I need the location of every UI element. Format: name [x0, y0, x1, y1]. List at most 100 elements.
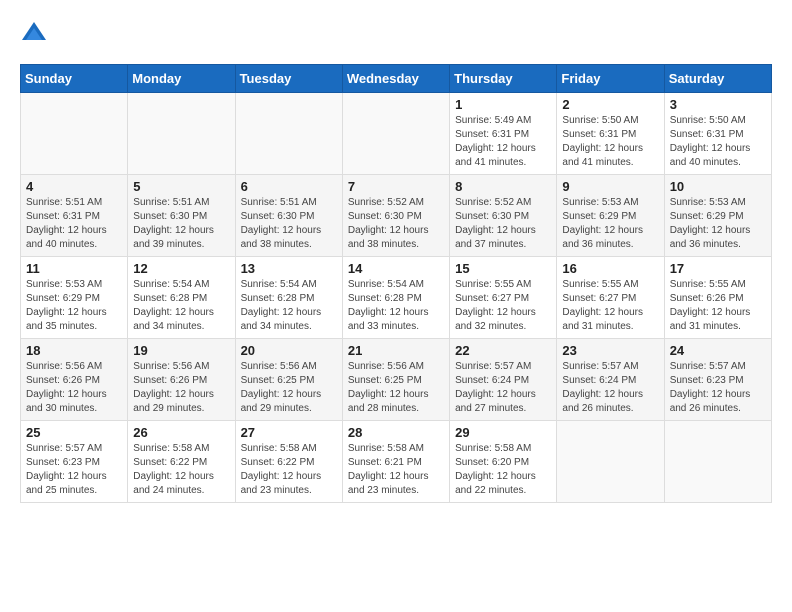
day-header-thursday: Thursday: [450, 65, 557, 93]
day-info: Sunrise: 5:51 AM Sunset: 6:31 PM Dayligh…: [26, 196, 122, 252]
day-info: Sunrise: 5:57 AM Sunset: 6:24 PM Dayligh…: [562, 360, 658, 416]
day-info: Sunrise: 5:52 AM Sunset: 6:30 PM Dayligh…: [348, 196, 444, 252]
calendar-cell: 28 Sunrise: 5:58 AM Sunset: 6:21 PM Dayli…: [342, 421, 449, 503]
day-number: 28: [348, 425, 444, 440]
calendar-table: SundayMondayTuesdayWednesdayThursdayFrid…: [20, 64, 772, 503]
day-number: 24: [670, 343, 766, 358]
day-header-tuesday: Tuesday: [235, 65, 342, 93]
day-header-friday: Friday: [557, 65, 664, 93]
calendar-cell: 6 Sunrise: 5:51 AM Sunset: 6:30 PM Daylig…: [235, 175, 342, 257]
day-info: Sunrise: 5:56 AM Sunset: 6:25 PM Dayligh…: [241, 360, 337, 416]
day-header-monday: Monday: [128, 65, 235, 93]
calendar-cell: 23 Sunrise: 5:57 AM Sunset: 6:24 PM Dayli…: [557, 339, 664, 421]
calendar-cell: 13 Sunrise: 5:54 AM Sunset: 6:28 PM Dayli…: [235, 257, 342, 339]
day-info: Sunrise: 5:58 AM Sunset: 6:22 PM Dayligh…: [133, 442, 229, 498]
day-info: Sunrise: 5:54 AM Sunset: 6:28 PM Dayligh…: [241, 278, 337, 334]
day-info: Sunrise: 5:58 AM Sunset: 6:22 PM Dayligh…: [241, 442, 337, 498]
day-number: 11: [26, 261, 122, 276]
calendar-cell: [235, 93, 342, 175]
day-number: 15: [455, 261, 551, 276]
calendar-week-row: 11 Sunrise: 5:53 AM Sunset: 6:29 PM Dayli…: [21, 257, 772, 339]
day-info: Sunrise: 5:53 AM Sunset: 6:29 PM Dayligh…: [562, 196, 658, 252]
day-number: 17: [670, 261, 766, 276]
day-info: Sunrise: 5:56 AM Sunset: 6:26 PM Dayligh…: [133, 360, 229, 416]
calendar-cell: 19 Sunrise: 5:56 AM Sunset: 6:26 PM Dayli…: [128, 339, 235, 421]
day-info: Sunrise: 5:53 AM Sunset: 6:29 PM Dayligh…: [670, 196, 766, 252]
day-info: Sunrise: 5:55 AM Sunset: 6:27 PM Dayligh…: [562, 278, 658, 334]
day-info: Sunrise: 5:53 AM Sunset: 6:29 PM Dayligh…: [26, 278, 122, 334]
day-number: 8: [455, 179, 551, 194]
calendar-cell: 29 Sunrise: 5:58 AM Sunset: 6:20 PM Dayli…: [450, 421, 557, 503]
day-number: 22: [455, 343, 551, 358]
calendar-week-row: 25Sunrise: 5:57 AM Sunset: 6:23 PM Dayli…: [21, 421, 772, 503]
calendar-cell: 27 Sunrise: 5:58 AM Sunset: 6:22 PM Dayli…: [235, 421, 342, 503]
day-number: 10: [670, 179, 766, 194]
day-info: Sunrise: 5:50 AM Sunset: 6:31 PM Dayligh…: [562, 114, 658, 170]
calendar-cell: 25Sunrise: 5:57 AM Sunset: 6:23 PM Dayli…: [21, 421, 128, 503]
day-number: 25: [26, 425, 122, 440]
day-number: 27: [241, 425, 337, 440]
logo-icon: [20, 20, 48, 48]
calendar-cell: 2 Sunrise: 5:50 AM Sunset: 6:31 PM Daylig…: [557, 93, 664, 175]
calendar-cell: 12 Sunrise: 5:54 AM Sunset: 6:28 PM Dayli…: [128, 257, 235, 339]
calendar-week-row: 1Sunrise: 5:49 AM Sunset: 6:31 PM Daylig…: [21, 93, 772, 175]
day-info: Sunrise: 5:52 AM Sunset: 6:30 PM Dayligh…: [455, 196, 551, 252]
day-number: 2: [562, 97, 658, 112]
calendar-cell: [557, 421, 664, 503]
day-number: 1: [455, 97, 551, 112]
day-number: 13: [241, 261, 337, 276]
day-number: 21: [348, 343, 444, 358]
day-header-sunday: Sunday: [21, 65, 128, 93]
calendar-header-row: SundayMondayTuesdayWednesdayThursdayFrid…: [21, 65, 772, 93]
day-header-wednesday: Wednesday: [342, 65, 449, 93]
day-info: Sunrise: 5:58 AM Sunset: 6:21 PM Dayligh…: [348, 442, 444, 498]
day-number: 6: [241, 179, 337, 194]
day-number: 7: [348, 179, 444, 194]
calendar-cell: 7 Sunrise: 5:52 AM Sunset: 6:30 PM Daylig…: [342, 175, 449, 257]
day-number: 23: [562, 343, 658, 358]
calendar-cell: [664, 421, 771, 503]
day-info: Sunrise: 5:57 AM Sunset: 6:23 PM Dayligh…: [670, 360, 766, 416]
day-number: 14: [348, 261, 444, 276]
day-number: 5: [133, 179, 229, 194]
day-header-saturday: Saturday: [664, 65, 771, 93]
calendar-cell: 8 Sunrise: 5:52 AM Sunset: 6:30 PM Daylig…: [450, 175, 557, 257]
day-number: 18: [26, 343, 122, 358]
day-number: 29: [455, 425, 551, 440]
day-number: 19: [133, 343, 229, 358]
day-info: Sunrise: 5:54 AM Sunset: 6:28 PM Dayligh…: [133, 278, 229, 334]
day-info: Sunrise: 5:56 AM Sunset: 6:25 PM Dayligh…: [348, 360, 444, 416]
day-info: Sunrise: 5:50 AM Sunset: 6:31 PM Dayligh…: [670, 114, 766, 170]
calendar-cell: 4 Sunrise: 5:51 AM Sunset: 6:31 PM Daylig…: [21, 175, 128, 257]
page-header: [20, 20, 772, 48]
day-number: 9: [562, 179, 658, 194]
calendar-cell: 21 Sunrise: 5:56 AM Sunset: 6:25 PM Dayli…: [342, 339, 449, 421]
day-number: 12: [133, 261, 229, 276]
day-info: Sunrise: 5:51 AM Sunset: 6:30 PM Dayligh…: [133, 196, 229, 252]
calendar-cell: 9 Sunrise: 5:53 AM Sunset: 6:29 PM Daylig…: [557, 175, 664, 257]
calendar-cell: 1Sunrise: 5:49 AM Sunset: 6:31 PM Daylig…: [450, 93, 557, 175]
day-info: Sunrise: 5:56 AM Sunset: 6:26 PM Dayligh…: [26, 360, 122, 416]
calendar-cell: 3 Sunrise: 5:50 AM Sunset: 6:31 PM Daylig…: [664, 93, 771, 175]
calendar-cell: 18 Sunrise: 5:56 AM Sunset: 6:26 PM Dayli…: [21, 339, 128, 421]
day-info: Sunrise: 5:55 AM Sunset: 6:27 PM Dayligh…: [455, 278, 551, 334]
calendar-cell: [128, 93, 235, 175]
calendar-week-row: 4 Sunrise: 5:51 AM Sunset: 6:31 PM Daylig…: [21, 175, 772, 257]
calendar-cell: [342, 93, 449, 175]
day-number: 16: [562, 261, 658, 276]
calendar-cell: 10 Sunrise: 5:53 AM Sunset: 6:29 PM Dayli…: [664, 175, 771, 257]
day-number: 20: [241, 343, 337, 358]
day-number: 26: [133, 425, 229, 440]
day-info: Sunrise: 5:58 AM Sunset: 6:20 PM Dayligh…: [455, 442, 551, 498]
calendar-cell: 22Sunrise: 5:57 AM Sunset: 6:24 PM Dayli…: [450, 339, 557, 421]
day-number: 3: [670, 97, 766, 112]
day-number: 4: [26, 179, 122, 194]
day-info: Sunrise: 5:54 AM Sunset: 6:28 PM Dayligh…: [348, 278, 444, 334]
calendar-cell: 17Sunrise: 5:55 AM Sunset: 6:26 PM Dayli…: [664, 257, 771, 339]
calendar-cell: 26 Sunrise: 5:58 AM Sunset: 6:22 PM Dayli…: [128, 421, 235, 503]
day-info: Sunrise: 5:51 AM Sunset: 6:30 PM Dayligh…: [241, 196, 337, 252]
calendar-cell: 20 Sunrise: 5:56 AM Sunset: 6:25 PM Dayli…: [235, 339, 342, 421]
calendar-cell: 24 Sunrise: 5:57 AM Sunset: 6:23 PM Dayli…: [664, 339, 771, 421]
calendar-cell: 15 Sunrise: 5:55 AM Sunset: 6:27 PM Dayli…: [450, 257, 557, 339]
calendar-cell: [21, 93, 128, 175]
